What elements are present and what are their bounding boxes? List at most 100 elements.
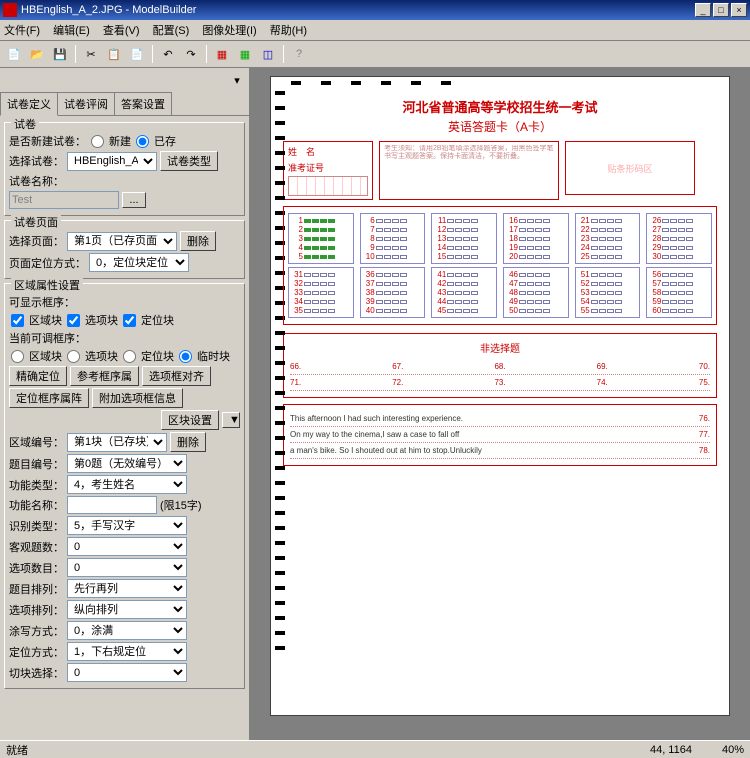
group-paper: 试卷 是否新建试卷： 新建 已存 选择试卷： HBEnglish_A 试卷类型 … — [4, 122, 245, 216]
label-fill: 涂写方式： — [9, 623, 64, 639]
button-delpage[interactable]: 删除 — [180, 231, 216, 251]
menu-bar: 文件(F) 编辑(E) 查看(V) 配置(S) 图像处理(I) 帮助(H) — [0, 20, 750, 41]
label-isnew: 是否新建试卷： — [9, 133, 86, 149]
help-icon[interactable]: ? — [289, 44, 309, 64]
tool3-icon[interactable]: ◫ — [258, 44, 278, 64]
writing-section: This afternoon I had such interesting ex… — [283, 404, 717, 466]
tool2-icon[interactable]: ▦ — [235, 44, 255, 64]
select-opt[interactable]: 0 — [67, 558, 187, 577]
radio-region[interactable] — [11, 350, 24, 363]
radio-temp[interactable] — [179, 350, 192, 363]
select-obj[interactable]: 0 — [67, 537, 187, 556]
input-name[interactable] — [9, 191, 119, 209]
group-region: 区域属性设置 可显示框序： 区域块 选项块 定位块 当前可调框序： 区域块 选项… — [4, 283, 245, 689]
label-arr: 题目排列： — [9, 581, 64, 597]
group-paper-title: 试卷 — [11, 116, 39, 132]
title-bar: HBEnglish_A_2.JPG - ModelBuilder _ □ × — [0, 0, 750, 20]
check-option[interactable] — [67, 314, 80, 327]
select-sarr[interactable]: 纵向排列 — [67, 600, 187, 619]
sheet-title: 河北省普通高等学校招生统一考试 — [283, 97, 717, 116]
new-icon[interactable]: 📄 — [4, 44, 24, 64]
select-fn[interactable]: 4，考生姓名 — [67, 475, 187, 494]
redo-icon[interactable]: ↷ — [181, 44, 201, 64]
preview-pane[interactable]: 河北省普通高等学校招生统一考试 英语答题卡（A卡） 姓 名 准考证号 考生须知：… — [250, 68, 750, 740]
menu-config[interactable]: 配置(S) — [153, 25, 190, 37]
input-fnname[interactable] — [67, 496, 157, 514]
select-cut[interactable]: 0 — [67, 663, 187, 682]
tool-icon[interactable]: ▦ — [212, 44, 232, 64]
copy-icon[interactable]: 📋 — [104, 44, 124, 64]
save-icon[interactable]: 💾 — [50, 44, 70, 64]
status-bar: 就绪 44, 1164 40% — [0, 740, 750, 758]
minimize-button[interactable]: _ — [695, 3, 711, 17]
radio-option[interactable] — [67, 350, 80, 363]
label-block: 区域编号： — [9, 434, 64, 450]
button-browse[interactable]: ... — [122, 192, 146, 208]
sheet-subtitle: 英语答题卡（A卡） — [283, 118, 717, 135]
button-papertype[interactable]: 试卷类型 — [160, 151, 218, 171]
label-fn: 功能类型： — [9, 477, 64, 493]
instructions-box: 考生须知：请用2B铅笔填涂选择题答案，用黑色签字笔书写主观题答案。保持卡面清洁，… — [379, 141, 559, 200]
menu-edit[interactable]: 编辑(E) — [53, 25, 90, 37]
label-page: 选择页面： — [9, 233, 64, 249]
essay-section: 非选择题 66.67.68.69.70.71.72.73.74.75. — [283, 333, 717, 398]
maximize-button[interactable]: □ — [713, 3, 729, 17]
bubble-section: 1234567891011121314151617181920212223242… — [283, 206, 717, 325]
tab-answer[interactable]: 答案设置 — [114, 92, 172, 115]
radio-locate[interactable] — [123, 350, 136, 363]
paste-icon[interactable]: 📄 — [127, 44, 147, 64]
answer-sheet: 河北省普通高等学校招生统一考试 英语答题卡（A卡） 姓 名 准考证号 考生须知：… — [270, 76, 730, 716]
select-arr[interactable]: 先行再列 — [67, 579, 187, 598]
select-rec[interactable]: 5，手写汉字 — [67, 516, 187, 535]
tab-review[interactable]: 试卷评阅 — [57, 92, 115, 115]
name-box: 姓 名 准考证号 — [283, 141, 373, 200]
check-region[interactable] — [11, 314, 24, 327]
left-panel: ▾ 试卷定义 试卷评阅 答案设置 试卷 是否新建试卷： 新建 已存 选择试卷： … — [0, 68, 250, 740]
group-region-title: 区域属性设置 — [11, 277, 83, 293]
select-fill[interactable]: 0，涂满 — [67, 621, 187, 640]
button-blockcfg[interactable]: 区块设置 — [161, 410, 219, 430]
label-opt: 选项数目： — [9, 560, 64, 576]
button-precise[interactable]: 精确定位 — [9, 366, 67, 386]
select-q[interactable]: 第0题（无效编号） — [67, 454, 187, 473]
close-button[interactable]: × — [731, 3, 747, 17]
select-paper[interactable]: HBEnglish_A — [67, 152, 157, 171]
check-locate[interactable] — [123, 314, 136, 327]
button-extra[interactable]: 附加选项框信息 — [92, 388, 183, 408]
tab-define[interactable]: 试卷定义 — [0, 92, 58, 116]
menu-help[interactable]: 帮助(H) — [270, 25, 307, 37]
open-icon[interactable]: 📂 — [27, 44, 47, 64]
button-refprop[interactable]: 参考框序属 — [70, 366, 139, 386]
cut-icon[interactable]: ✂ — [81, 44, 101, 64]
undo-icon[interactable]: ↶ — [158, 44, 178, 64]
toolbar: 📄 📂 💾 ✂ 📋 📄 ↶ ↷ ▦ ▦ ◫ ? — [0, 41, 750, 68]
button-locprop[interactable]: 定位框序属阵 — [9, 388, 89, 408]
select-locmode[interactable]: 0，定位块定位 — [89, 253, 189, 272]
label-hint: (限15字) — [160, 497, 202, 513]
menu-file[interactable]: 文件(F) — [4, 25, 40, 37]
select-block[interactable]: 第1块（已存块） — [67, 433, 167, 452]
label-select: 选择试卷： — [9, 153, 64, 169]
label-obj: 客观题数： — [9, 539, 64, 555]
group-page: 试卷页面 选择页面： 第1页（已存页面） 删除 页面定位方式： 0，定位块定位 — [4, 220, 245, 279]
radio-exist[interactable] — [136, 135, 149, 148]
barcode-box: 贴条形码区 — [565, 141, 695, 195]
button-delblock[interactable]: 删除 — [170, 432, 206, 452]
select-page[interactable]: 第1页（已存页面） — [67, 232, 177, 251]
panel-menu-icon[interactable]: ▾ — [227, 70, 247, 90]
group-page-title: 试卷页面 — [11, 214, 61, 230]
window-title: HBEnglish_A_2.JPG - ModelBuilder — [21, 4, 196, 16]
label-locmode: 页面定位方式： — [9, 255, 86, 271]
menu-image[interactable]: 图像处理(I) — [202, 25, 256, 37]
label-show: 可显示框序： — [9, 294, 75, 310]
button-blockcfg-dd[interactable]: ▼ — [222, 412, 240, 428]
button-align[interactable]: 选项框对齐 — [142, 366, 211, 386]
select-loc2[interactable]: 1，下右规定位 — [67, 642, 187, 661]
label-loc2: 定位方式： — [9, 644, 64, 660]
label-fnname: 功能名称： — [9, 497, 64, 513]
label-q: 题目编号： — [9, 456, 64, 472]
label-cut: 切块选择： — [9, 665, 64, 681]
radio-new[interactable] — [91, 135, 104, 148]
menu-view[interactable]: 查看(V) — [103, 25, 140, 37]
label-name: 试卷名称： — [9, 173, 64, 189]
